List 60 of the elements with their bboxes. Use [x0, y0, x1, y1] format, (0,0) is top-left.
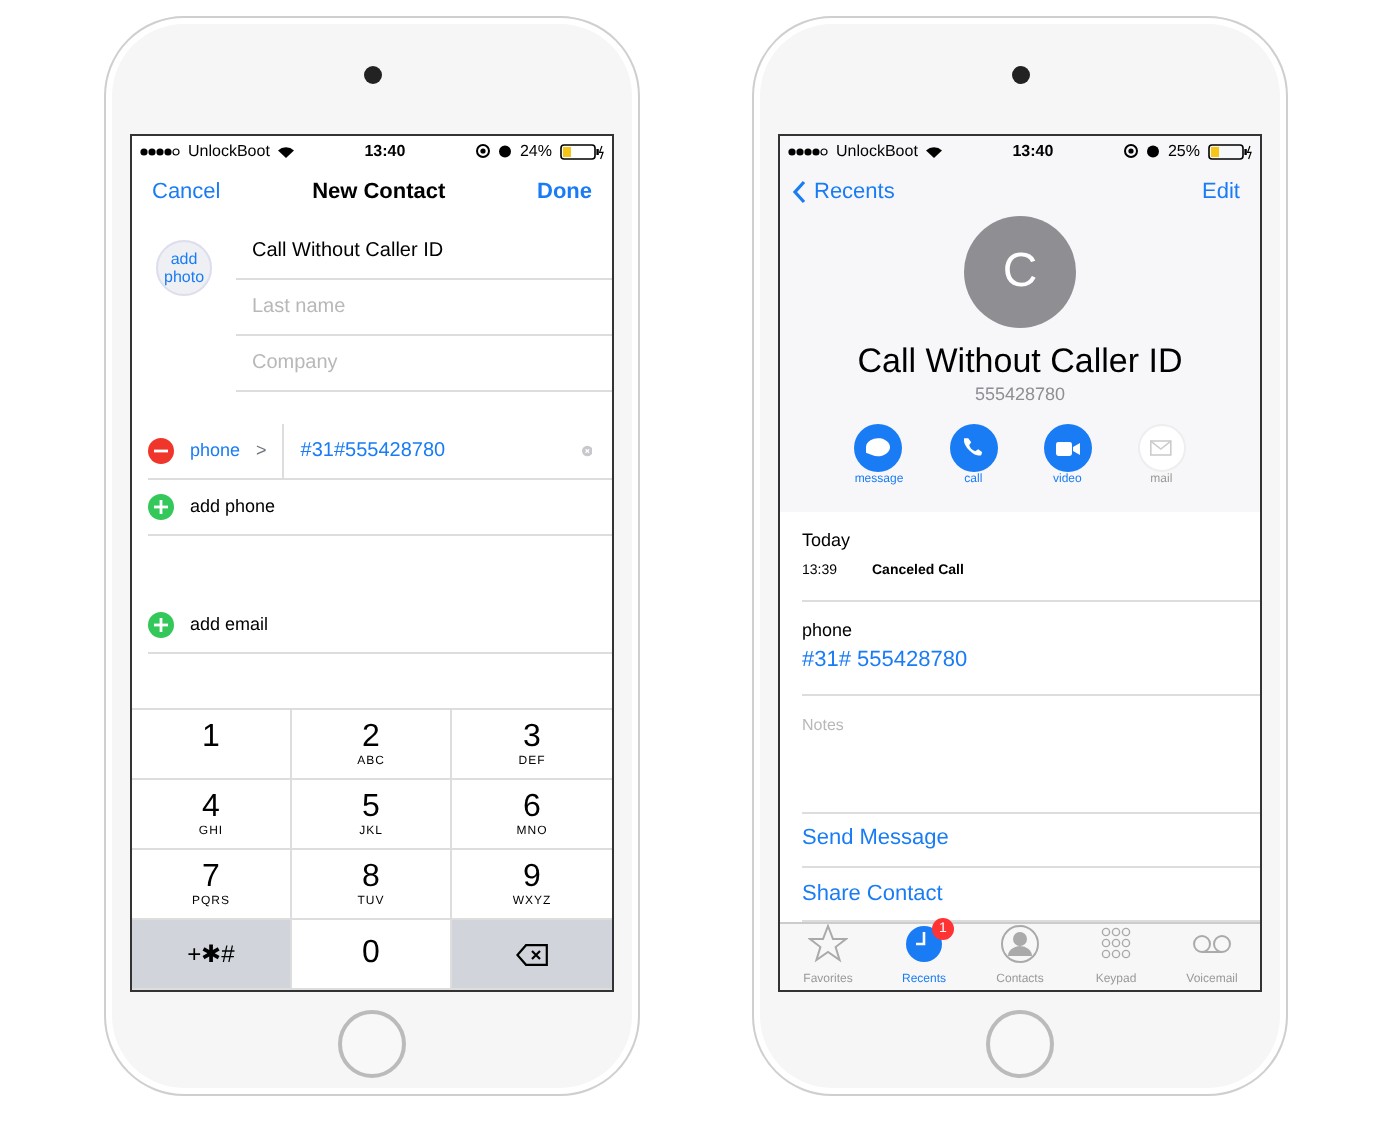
contact-avatar: C [964, 215, 1076, 328]
carrier-name: UnlockBoot [188, 139, 270, 164]
notes-field[interactable]: Notes [802, 713, 1260, 738]
video-camera-icon [1055, 441, 1080, 456]
keypad-key[interactable]: +✱# [132, 920, 292, 991]
camera-icon [363, 66, 381, 85]
edit-link[interactable]: Edit [1202, 175, 1240, 209]
back-link[interactable]: Recents [792, 175, 895, 209]
phone-field[interactable]: #31#555428780 [282, 423, 566, 478]
add-icon [148, 611, 174, 638]
person-icon [1000, 924, 1040, 965]
signal-icon [788, 147, 828, 156]
phone-icon [964, 438, 983, 458]
delete-key[interactable] [452, 920, 612, 991]
phone-number-link[interactable]: #31# 555428780 [802, 644, 1260, 678]
alarm-icon [497, 144, 512, 159]
action-link[interactable]: Share Contact [802, 877, 943, 911]
done-link[interactable]: Done [537, 175, 592, 209]
back-icon [792, 179, 806, 204]
action-link[interactable]: Send Message [802, 822, 949, 856]
alarm-icon [1145, 144, 1160, 159]
battery-percent: 24% [519, 139, 552, 164]
status-time: 13:40 [1012, 139, 1054, 164]
history-day: Today [802, 527, 1260, 555]
remove-icon [148, 437, 174, 464]
cancel-link[interactable]: Cancel [152, 175, 221, 209]
envelope-icon [1150, 440, 1173, 457]
battery-icon [560, 143, 604, 160]
text-field[interactable]: Company [252, 347, 612, 378]
phone-label: phone [802, 617, 855, 644]
clear-icon [581, 441, 592, 460]
action-button[interactable] [854, 424, 903, 473]
action-button[interactable] [1043, 424, 1092, 473]
carrier-name: UnlockBoot [836, 139, 918, 164]
contact-number: 555428780 [974, 381, 1066, 408]
keypad-key[interactable]: 0 [292, 920, 452, 991]
add-photo-button[interactable]: add photo [156, 239, 212, 296]
text-field[interactable]: Last name [252, 291, 612, 322]
wifi-icon [277, 145, 294, 158]
wifi-icon [925, 145, 942, 158]
keypad-key[interactable]: 1 [132, 710, 292, 781]
star-icon [808, 924, 848, 965]
chevron-text: > [256, 437, 267, 464]
phone-label: phone [190, 437, 241, 464]
screen-title: New Contact [312, 177, 446, 208]
speech-bubble-icon [866, 438, 891, 459]
rotation-lock-icon [1123, 144, 1138, 159]
add-icon [148, 493, 174, 520]
add-field-label: add phone [190, 493, 276, 520]
camera-icon [1011, 66, 1029, 85]
status-time: 13:40 [364, 139, 406, 164]
backspace-icon [516, 943, 548, 966]
add-field-label: add email [190, 611, 269, 638]
action-button[interactable] [949, 424, 998, 473]
rotation-lock-icon [475, 144, 490, 159]
contact-name: Call Without Caller ID [857, 343, 1183, 382]
signal-icon [140, 147, 180, 156]
battery-percent: 25% [1167, 139, 1200, 164]
battery-icon [1208, 143, 1252, 160]
text-field[interactable]: Call Without Caller ID [252, 235, 612, 266]
